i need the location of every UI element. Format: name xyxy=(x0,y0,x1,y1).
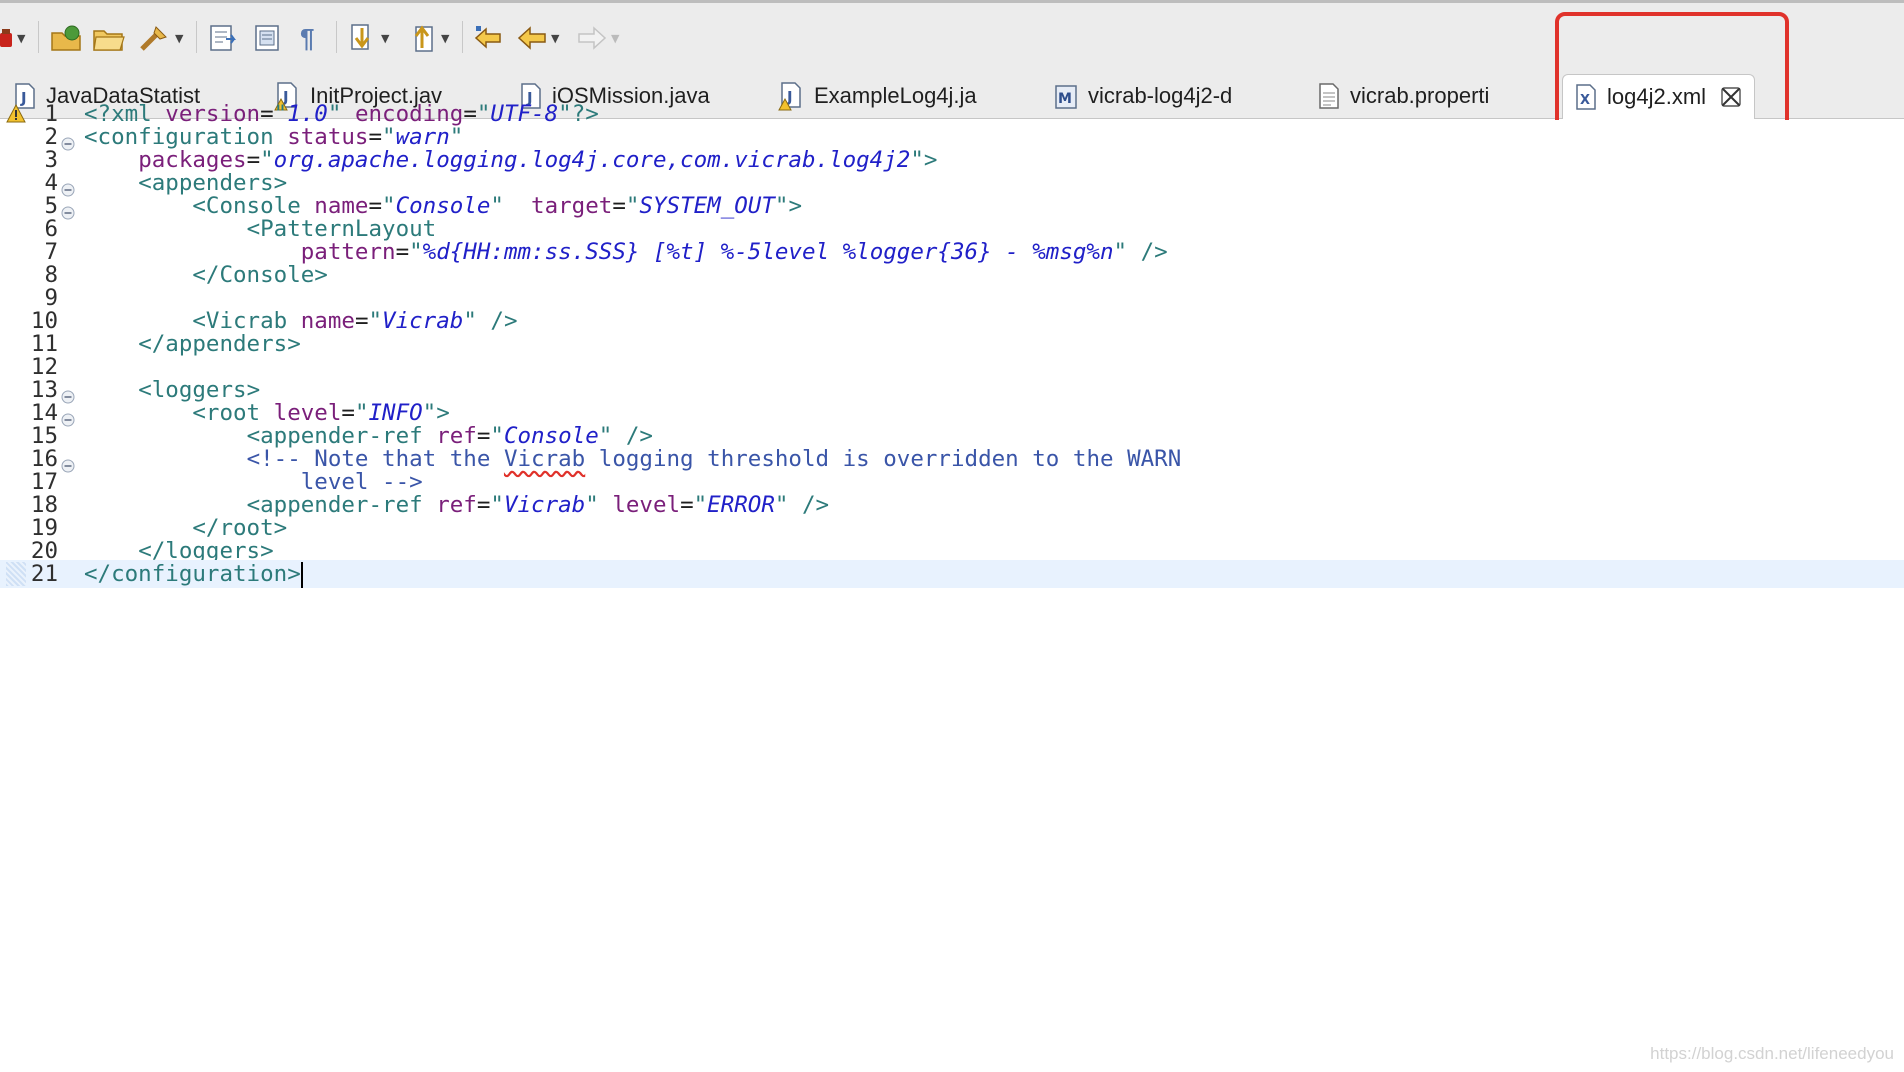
fold-collapse-icon[interactable] xyxy=(61,383,75,404)
toolbar-separator xyxy=(336,21,337,53)
open-folder-button[interactable] xyxy=(92,21,126,55)
toggle-block-selection-button[interactable] xyxy=(252,21,282,55)
code-text: </configuration> xyxy=(84,561,303,588)
chevron-down-icon[interactable]: ▼ xyxy=(551,32,559,45)
forward-button[interactable]: ▼ xyxy=(576,21,619,55)
last-edit-location-button[interactable] xyxy=(472,21,506,55)
open-type-button[interactable] xyxy=(50,21,84,55)
chevron-down-icon[interactable]: ▼ xyxy=(175,32,183,45)
back-button[interactable]: ▼ xyxy=(516,21,559,55)
next-annotation-button[interactable]: ▼ xyxy=(348,21,389,55)
show-whitespace-icon: ¶ xyxy=(300,22,315,53)
fold-collapse-icon[interactable] xyxy=(61,452,75,473)
line-number: 21 xyxy=(30,561,58,587)
toggle-mark-occurrences-button[interactable] xyxy=(208,21,240,55)
toggle-mark-occurrences-icon xyxy=(208,23,240,53)
open-folder-icon xyxy=(92,23,126,53)
forward-icon xyxy=(576,23,608,53)
chevron-down-icon[interactable]: ▼ xyxy=(441,32,449,45)
run-icon xyxy=(0,25,14,51)
watermark: https://blog.csdn.net/lifeneedyou xyxy=(1650,1044,1894,1063)
toolbar-separator xyxy=(196,21,197,53)
last-edit-location-icon xyxy=(472,23,506,53)
fold-collapse-icon[interactable] xyxy=(61,130,75,151)
toolbar-separator xyxy=(38,21,39,53)
text-caret xyxy=(300,561,303,588)
chevron-down-icon[interactable]: ▼ xyxy=(381,32,389,45)
fold-collapse-icon[interactable] xyxy=(61,406,75,427)
open-type-icon xyxy=(50,23,84,53)
fold-collapse-icon[interactable] xyxy=(61,176,75,197)
search-button[interactable]: ▼ xyxy=(138,21,183,55)
search-icon xyxy=(138,23,172,53)
toolbar-separator xyxy=(462,21,463,53)
toggle-block-selection-icon xyxy=(252,23,282,53)
chevron-down-icon[interactable]: ▼ xyxy=(611,32,619,45)
current-line-marker xyxy=(6,562,26,586)
show-whitespace-button[interactable]: ¶ xyxy=(300,21,314,55)
previous-annotation-button[interactable]: ▼ xyxy=(408,21,449,55)
previous-annotation-icon xyxy=(408,22,438,54)
run-button[interactable]: ▼ xyxy=(0,21,25,55)
xml-editor[interactable]: 1 <?xml version="1.0" encoding="UTF-8"?> 2… xyxy=(0,101,1904,1072)
back-icon xyxy=(516,23,548,53)
code-line[interactable]: 21 </configuration> xyxy=(0,560,1904,588)
next-annotation-icon xyxy=(348,22,378,54)
fold-collapse-icon[interactable] xyxy=(61,199,75,220)
chevron-down-icon[interactable]: ▼ xyxy=(17,32,25,45)
